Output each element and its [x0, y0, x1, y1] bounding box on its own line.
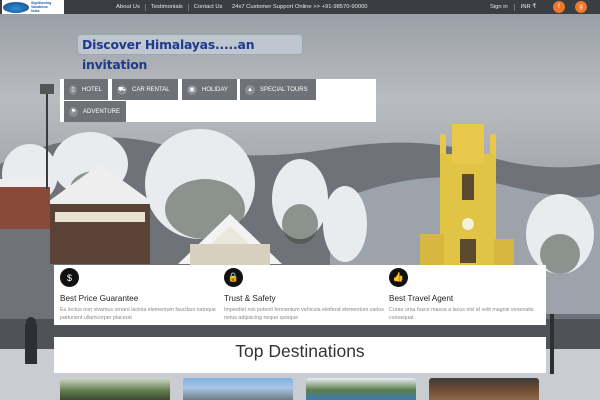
tab-hotel[interactable]: ▯ Hotel: [64, 79, 108, 100]
hotel-icon: ▯: [69, 84, 77, 95]
feature-best-travel-agent: 👍 Best Travel Agent Curae urna fusce mas…: [383, 265, 543, 325]
feature-description: Curae urna fusce massa a lacus nisl id v…: [389, 307, 534, 321]
tab-adventure[interactable]: ⚑ Adventure: [64, 101, 126, 122]
nav-divider: [144, 3, 146, 11]
nav-divider: [187, 3, 189, 11]
site-logo[interactable]: Sightseeing Vacations India: [2, 0, 64, 14]
features-strip: $ Best Price Guarantee Eu lectus non viv…: [54, 265, 546, 325]
tab-special-tours[interactable]: ▲ Special Tours: [240, 79, 316, 100]
feature-best-price: $ Best Price Guarantee Eu lectus non viv…: [54, 265, 216, 325]
booking-search-panel: ▯ Hotel ⛟ Car Rental ▣ Holiday ▲ Special…: [60, 79, 376, 122]
feature-description: Eu lectus non vivamus ornare lacinia ele…: [60, 307, 216, 321]
tab-car-rental[interactable]: ⛟ Car Rental: [112, 79, 178, 100]
feature-description: Imperdiet nisi potenti fermentum vehicul…: [224, 307, 384, 321]
feature-title: Best Price Guarantee: [60, 294, 139, 303]
tab-label: Adventure: [82, 108, 120, 115]
tab-label: Hotel: [81, 86, 102, 93]
adventure-icon: ⚑: [69, 106, 78, 117]
tab-label: Car Rental: [132, 86, 170, 93]
top-bar: Sightseeing Vacations India About Us Tes…: [0, 0, 600, 14]
facebook-icon[interactable]: f: [553, 1, 565, 13]
tab-label: Special Tours: [260, 86, 308, 93]
tours-icon: ▲: [245, 84, 255, 95]
google-plus-icon[interactable]: g: [575, 1, 587, 13]
nav-testimonials[interactable]: Testimonials: [151, 4, 183, 10]
hero-tagline: Discover Himalayas.....an invitation: [77, 34, 303, 72]
support-phone: 24x7 Customer Support Online >> +91-9857…: [232, 4, 368, 10]
account-tools: Sign in INR ₹: [490, 0, 536, 14]
logo-text: Sightseeing Vacations India: [29, 1, 51, 13]
logo-globe-icon: [3, 1, 29, 13]
destinations-header: Top Destinations: [54, 337, 546, 373]
tab-holiday[interactable]: ▣ Holiday: [182, 79, 237, 100]
lock-icon: 🔒: [224, 268, 243, 287]
thumbs-up-icon: 👍: [389, 268, 408, 287]
car-icon: ⛟: [117, 84, 127, 95]
sign-in-link[interactable]: Sign in: [490, 4, 508, 10]
logo-text-line-3: India: [31, 9, 40, 13]
dollar-icon: $: [60, 268, 79, 287]
destinations-title: Top Destinations: [235, 341, 365, 361]
nav-contact-us[interactable]: Contact Us: [194, 4, 223, 10]
feature-title: Trust & Safety: [224, 294, 276, 303]
nav-about-us[interactable]: About Us: [116, 4, 140, 10]
tools-divider: [513, 3, 515, 11]
holiday-icon: ▣: [187, 84, 197, 95]
destination-thumbnail[interactable]: [429, 378, 539, 400]
currency-selector[interactable]: INR ₹: [521, 4, 536, 10]
feature-title: Best Travel Agent: [389, 294, 454, 303]
top-nav: About Us Testimonials Contact Us: [116, 0, 222, 14]
destination-thumbnail[interactable]: [306, 378, 416, 400]
tab-label: Holiday: [202, 86, 228, 93]
destination-thumbnail[interactable]: [60, 378, 170, 400]
destination-thumbnail[interactable]: [183, 378, 293, 400]
feature-trust-safety: 🔒 Trust & Safety Imperdiet nisi potenti …: [218, 265, 384, 325]
